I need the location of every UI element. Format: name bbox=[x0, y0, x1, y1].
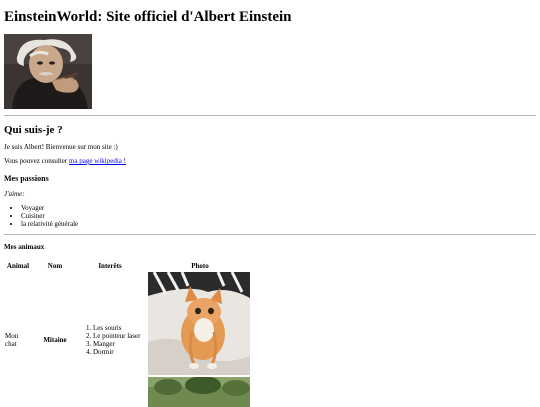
wiki-text: Vous pouvez consulter ma page wikipedia … bbox=[4, 157, 126, 165]
list-item: Les souris bbox=[93, 324, 141, 332]
column-header-interests: Interêts bbox=[98, 262, 122, 270]
list-item: Voyager bbox=[21, 204, 78, 212]
einstein-portrait bbox=[4, 34, 92, 109]
intro-text: Je suis Albert! Bienvenue sur mon site :… bbox=[4, 143, 118, 151]
about-heading: Qui suis-je ? bbox=[4, 124, 63, 136]
animals-heading: Mes animaux bbox=[4, 243, 45, 251]
passions-lead: J'aime: bbox=[4, 190, 25, 198]
section-divider bbox=[4, 234, 536, 235]
list-item: la relativité générale bbox=[21, 220, 78, 228]
interests-list: Les souris Le pointeur laser Manger Dorm… bbox=[79, 324, 141, 356]
cat-photo bbox=[148, 272, 250, 375]
list-item: Dormir bbox=[93, 348, 141, 356]
page-title: EinsteinWorld: Site officiel d'Albert Ei… bbox=[4, 9, 292, 25]
table-header-row: Animal Nom Interêts Photo bbox=[4, 260, 255, 272]
wikipedia-link[interactable]: ma page wikipedia ! bbox=[69, 157, 126, 165]
photo-cell bbox=[145, 272, 255, 407]
interests-cell: Les souris Le pointeur laser Manger Dorm… bbox=[75, 272, 145, 407]
column-header-photo: Photo bbox=[191, 262, 209, 270]
animal-cell: Mon chat bbox=[5, 331, 19, 348]
section-divider bbox=[4, 115, 536, 116]
passions-list: Voyager Cuisiner la relativité générale bbox=[4, 204, 78, 228]
name-cell: Mitaine bbox=[43, 335, 67, 344]
wiki-prefix: Vous pouvez consulter bbox=[4, 157, 69, 165]
animal-photo-2 bbox=[148, 377, 250, 407]
list-item: Le pointeur laser bbox=[93, 332, 141, 340]
list-item: Cuisiner bbox=[21, 212, 78, 220]
table-row: Mon chat Mitaine Les souris Le pointeur … bbox=[4, 272, 255, 407]
list-item: Manger bbox=[93, 340, 141, 348]
passions-heading: Mes passions bbox=[4, 174, 49, 183]
column-header-animal: Animal bbox=[6, 262, 30, 270]
animals-table: Animal Nom Interêts Photo Mon chat Mitai… bbox=[4, 260, 255, 407]
column-header-name: Nom bbox=[47, 262, 63, 270]
